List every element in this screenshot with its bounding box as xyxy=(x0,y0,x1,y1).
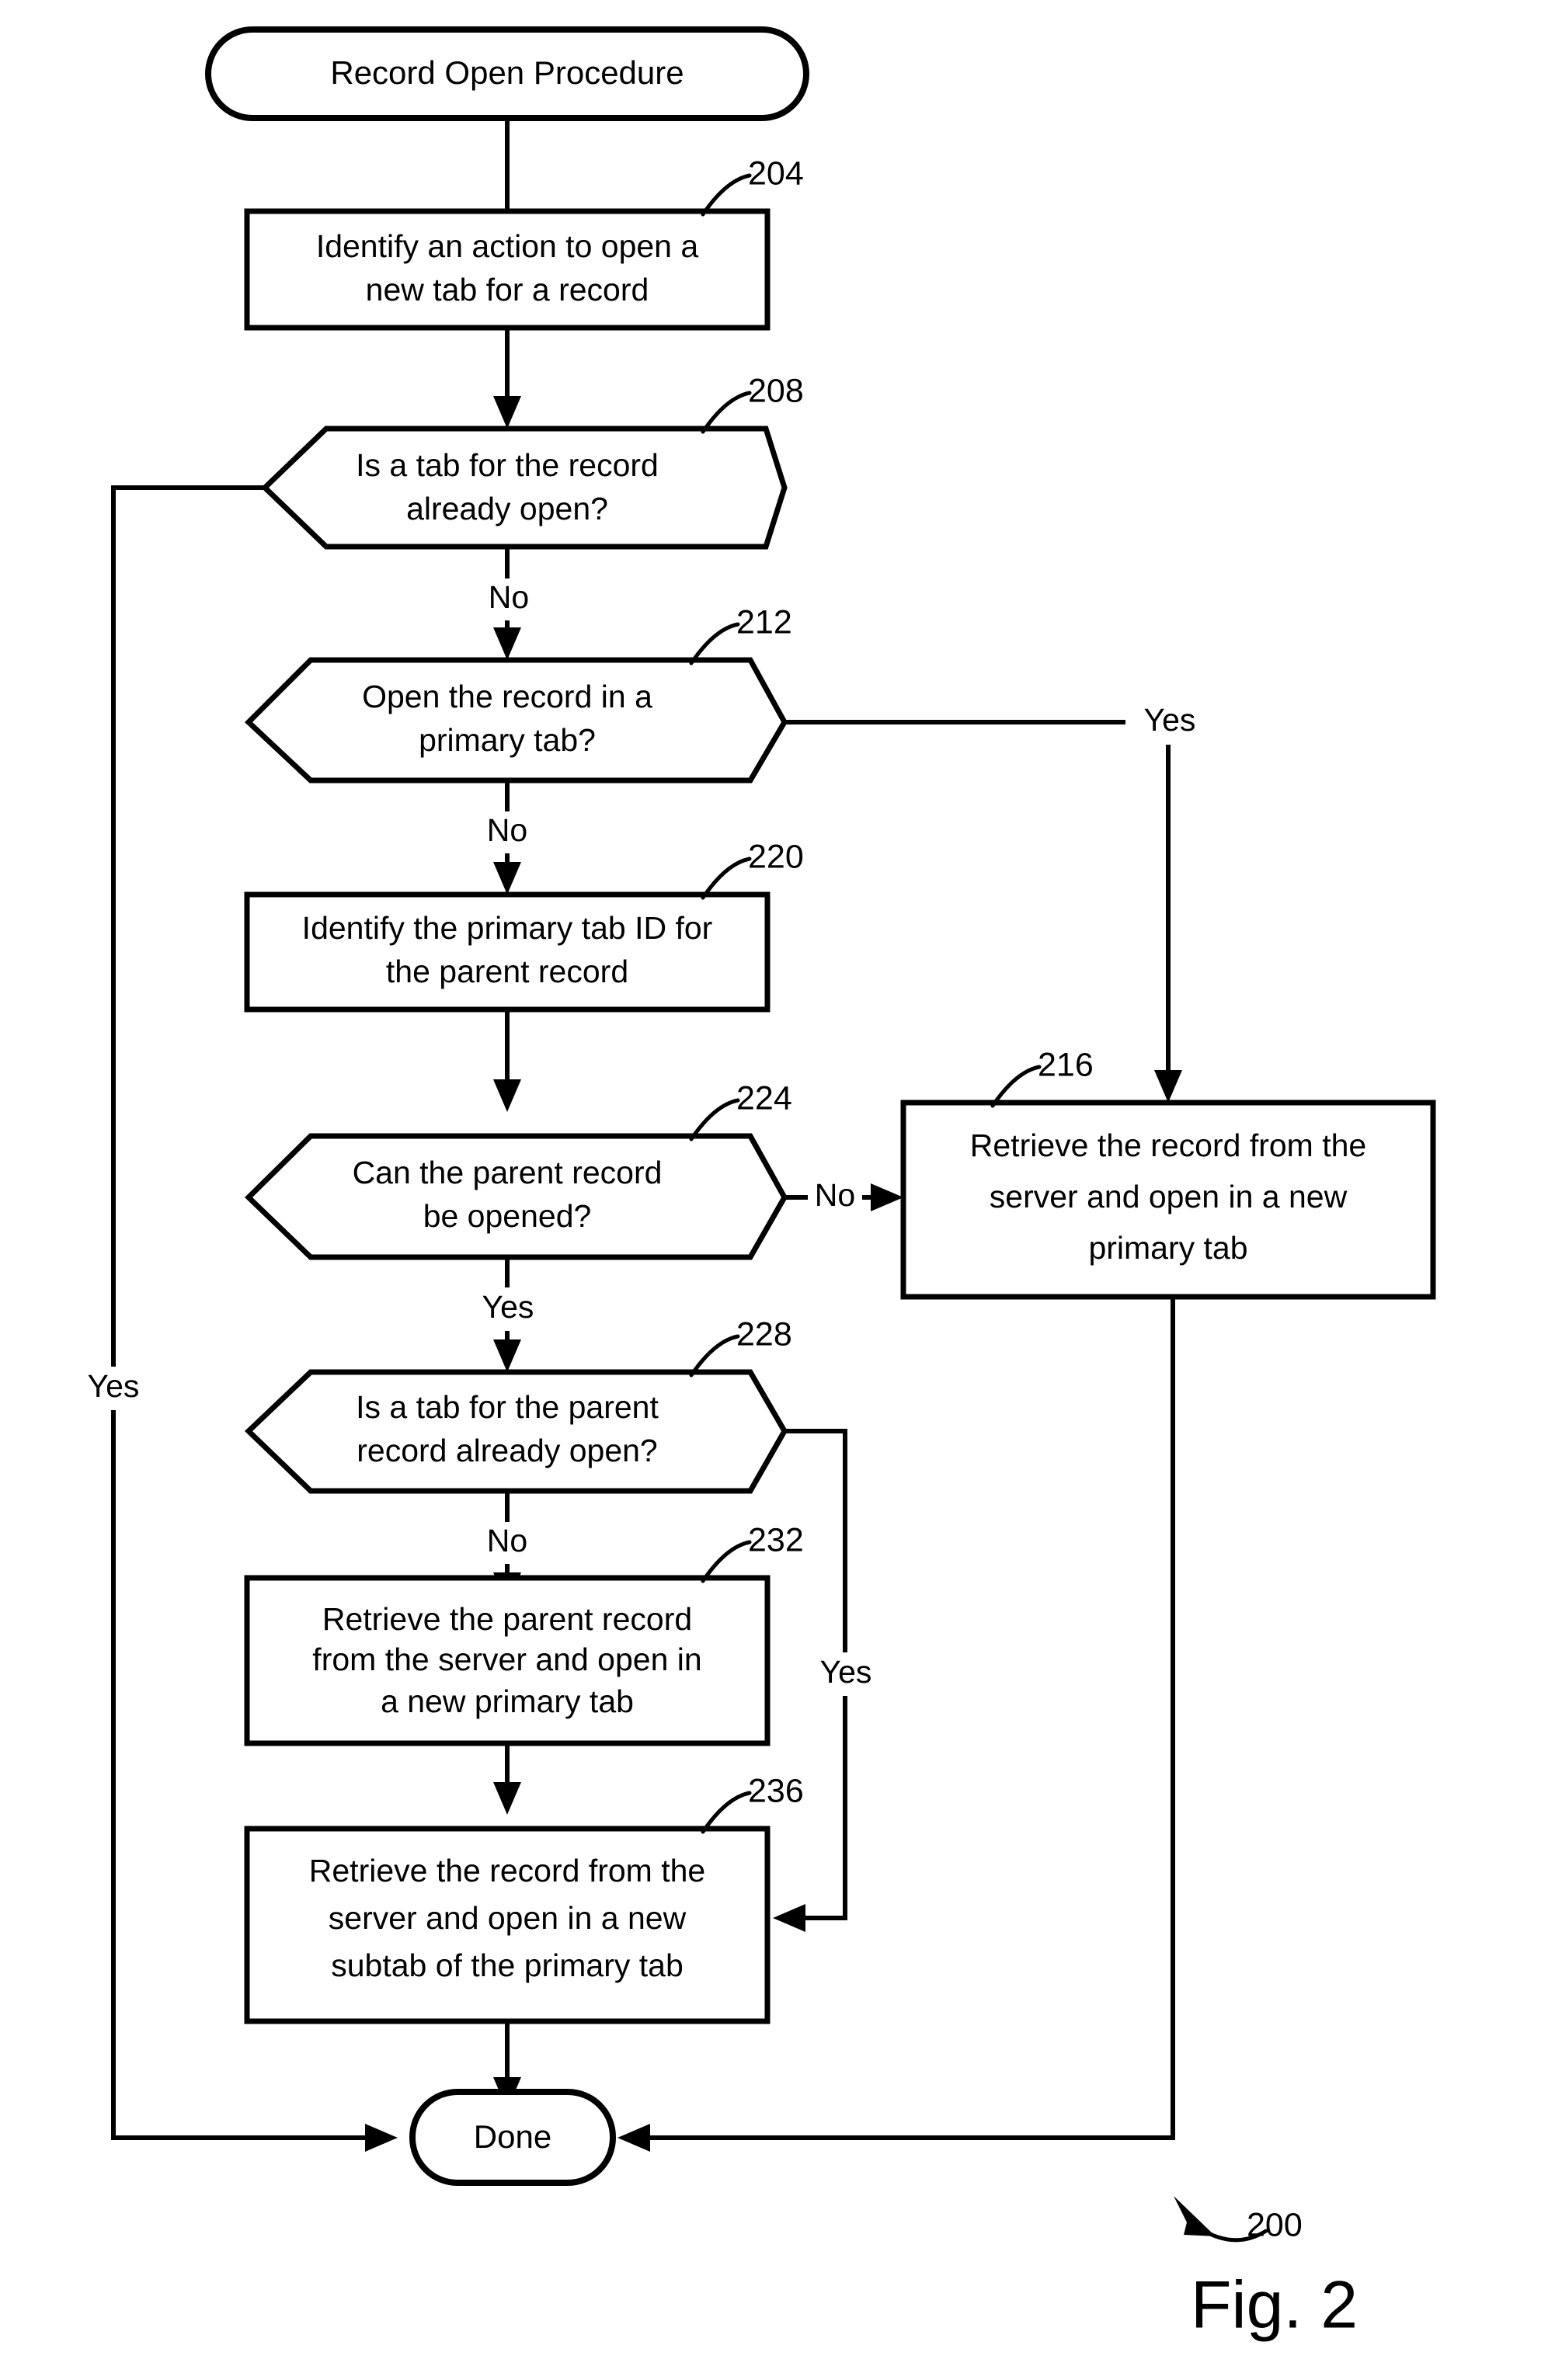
ref-callout-208: 208 xyxy=(701,372,804,434)
record-open-procedure-flowchart: Record Open Procedure Identify an action… xyxy=(73,26,1436,2343)
figure-container: Record Open Procedure Identify an action… xyxy=(0,0,1555,2380)
node-216: Retrieve the record from the server and … xyxy=(900,1100,1436,1300)
node-220: Identify the primary tab ID for the pare… xyxy=(244,891,771,1013)
label-212-yes: Yes xyxy=(1144,702,1196,738)
ref-callout-236: 236 xyxy=(701,1772,804,1834)
ref-callout-212: 212 xyxy=(689,603,792,665)
edge-label-212-no: No xyxy=(472,811,544,853)
edge-232-to-236 xyxy=(493,1743,521,1815)
node-204-line2: new tab for a record xyxy=(366,272,649,307)
ref-callout-204: 204 xyxy=(701,155,804,217)
edge-212-yes-to-216 xyxy=(757,720,1182,1103)
ref-number-232: 232 xyxy=(748,1521,804,1558)
node-216-line2: server and open in a new xyxy=(990,1179,1348,1214)
ref-callout-216: 216 xyxy=(990,1046,1094,1108)
ref-callout-224: 224 xyxy=(689,1079,792,1141)
node-done: Done xyxy=(409,2089,616,2186)
node-228-line1: Is a tab for the parent xyxy=(356,1389,659,1425)
ref-number-224: 224 xyxy=(736,1079,792,1117)
node-236-line1: Retrieve the record from the xyxy=(309,1853,705,1888)
node-208: Is a tab for the record already open? xyxy=(260,426,788,550)
node-212: Open the record in a primary tab? xyxy=(244,657,788,783)
node-204: Identify an action to open a new tab for… xyxy=(244,208,771,331)
node-228-line2: record already open? xyxy=(357,1433,657,1468)
node-208-line2: already open? xyxy=(406,491,608,526)
label-228-no: No xyxy=(487,1523,527,1558)
node-start: Record Open Procedure xyxy=(205,26,809,121)
ref-number-204: 204 xyxy=(748,155,804,192)
node-236-line3: subtab of the primary tab xyxy=(331,1947,684,1983)
label-224-no: No xyxy=(815,1177,855,1213)
node-220-line2: the parent record xyxy=(386,954,628,989)
node-204-line1: Identify an action to open a xyxy=(316,228,699,264)
node-228: Is a tab for the parent record already o… xyxy=(244,1369,788,1494)
edge-204-to-208 xyxy=(493,328,521,429)
node-212-line1: Open the record in a xyxy=(362,679,652,714)
edge-label-208-no: No xyxy=(472,578,544,620)
node-236-line2: server and open in a new xyxy=(329,1900,687,1936)
node-220-line1: Identify the primary tab ID for xyxy=(302,910,713,946)
edge-label-228-no: No xyxy=(472,1522,544,1564)
edge-220-to-224 xyxy=(493,1009,521,1112)
node-216-line1: Retrieve the record from the xyxy=(970,1127,1366,1163)
ref-number-236: 236 xyxy=(748,1772,804,1809)
label-208-yes: Yes xyxy=(88,1368,140,1404)
ref-number-208: 208 xyxy=(748,372,804,409)
edge-label-224-yes: Yes xyxy=(466,1287,550,1331)
node-232-line1: Retrieve the parent record xyxy=(322,1601,692,1637)
ref-callout-228: 228 xyxy=(689,1315,792,1378)
node-216-line3: primary tab xyxy=(1088,1230,1247,1266)
label-228-yes: Yes xyxy=(820,1654,872,1690)
figure-caption: Fig. 2 xyxy=(1191,2268,1358,2343)
ref-callout-232: 232 xyxy=(701,1521,804,1583)
edge-label-212-yes: Yes xyxy=(1125,701,1214,745)
ref-number-216: 216 xyxy=(1038,1046,1094,1083)
edge-label-208-yes: Yes xyxy=(73,1367,157,1410)
node-212-line2: primary tab? xyxy=(419,722,596,758)
label-224-yes: Yes xyxy=(482,1289,534,1325)
node-232-line3: a new primary tab xyxy=(381,1683,634,1719)
label-212-no: No xyxy=(487,812,527,848)
ref-number-228: 228 xyxy=(736,1315,792,1353)
ref-number-220: 220 xyxy=(748,838,804,875)
node-224: Can the parent record be opened? xyxy=(244,1133,788,1260)
ref-number-200: 200 xyxy=(1247,2206,1303,2243)
start-label: Record Open Procedure xyxy=(330,54,684,91)
node-232: Retrieve the parent record from the serv… xyxy=(244,1575,771,1746)
edge-label-224-no: No xyxy=(808,1176,862,1218)
node-236: Retrieve the record from the server and … xyxy=(244,1826,771,2024)
node-208-line1: Is a tab for the record xyxy=(356,447,659,483)
figure-overall-callout: 200 xyxy=(1174,2196,1303,2243)
node-208-shape xyxy=(260,426,788,550)
ref-number-212: 212 xyxy=(736,603,792,641)
edge-label-228-yes: Yes xyxy=(803,1652,889,1696)
node-224-line2: be opened? xyxy=(423,1198,592,1234)
node-232-line2: from the server and open in xyxy=(312,1642,701,1677)
ref-callout-220: 220 xyxy=(701,838,804,900)
label-208-no: No xyxy=(489,579,529,615)
done-label: Done xyxy=(474,2118,551,2155)
node-224-line1: Can the parent record xyxy=(353,1155,663,1190)
